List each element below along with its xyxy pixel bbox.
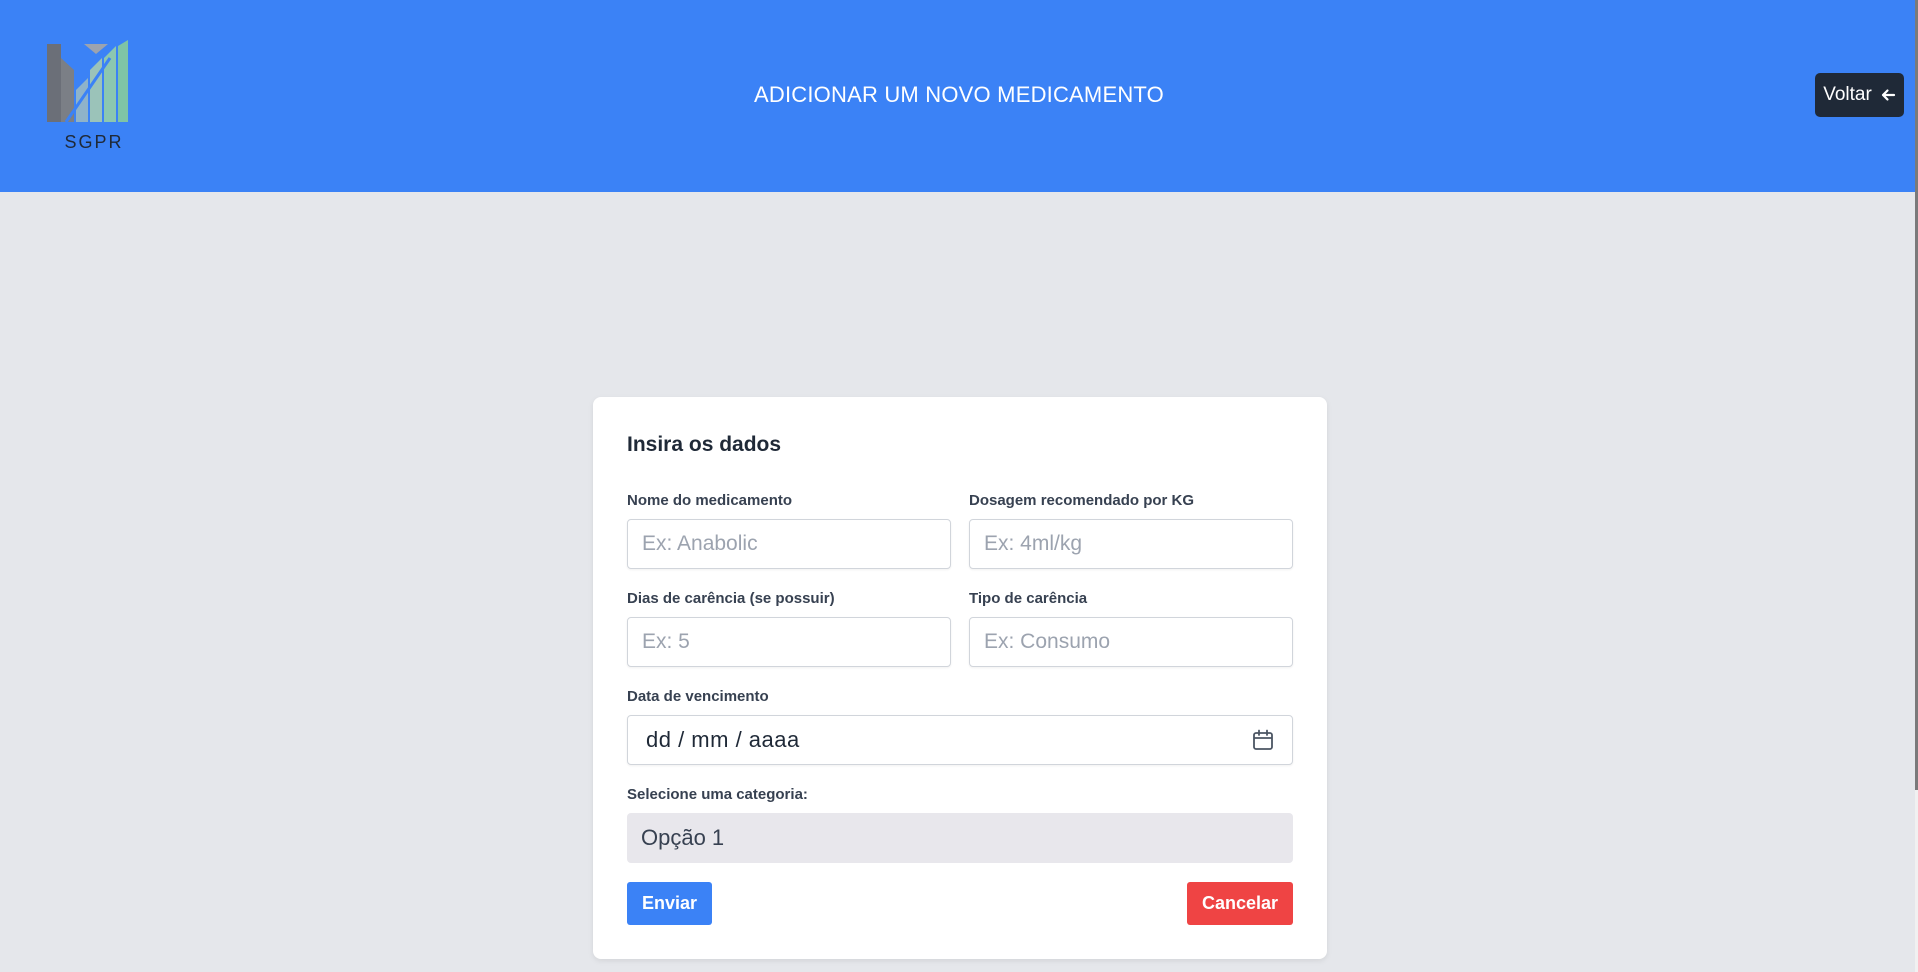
app-header: SGPR ADICIONAR UM NOVO MEDICAMENTO Volta… — [0, 0, 1915, 192]
calendar-icon[interactable] — [1252, 729, 1274, 751]
grace-days-label: Dias de carência (se possuir) — [627, 590, 835, 607]
page-title: ADICIONAR UM NOVO MEDICAMENTO — [754, 82, 1164, 107]
medication-name-label: Nome do medicamento — [627, 492, 793, 509]
dosage-label: Dosagem recomendado por KG — [969, 492, 1195, 509]
category-selected-value: Opção 1 — [641, 825, 725, 850]
back-button[interactable]: Voltar — [1815, 73, 1904, 117]
date-format-text: dd / mm / aaaa — [646, 727, 800, 752]
category-label: Selecione uma categoria: — [627, 786, 808, 803]
medication-name-input[interactable] — [627, 519, 951, 569]
grace-type-input[interactable] — [969, 617, 1293, 667]
page: SGPR ADICIONAR UM NOVO MEDICAMENTO Volta… — [0, 0, 1918, 972]
expiry-date-input[interactable]: dd / mm / aaaa — [627, 715, 1293, 765]
submit-button[interactable]: Enviar — [627, 882, 712, 925]
expiry-date-label: Data de vencimento — [627, 688, 769, 705]
arrow-left-icon — [1881, 89, 1895, 101]
cancel-button[interactable]: Cancelar — [1187, 882, 1293, 925]
medication-form-card: Insira os dados Nome do medicamento Dosa… — [593, 397, 1327, 959]
category-select[interactable]: Opção 1 — [627, 813, 1293, 863]
logo-text: SGPR — [64, 132, 124, 152]
form-title: Insira os dados — [627, 433, 782, 456]
grace-days-input[interactable] — [627, 617, 951, 667]
dosage-input[interactable] — [969, 519, 1293, 569]
grace-type-label: Tipo de carência — [969, 590, 1088, 607]
back-button-label: Voltar — [1823, 84, 1872, 105]
